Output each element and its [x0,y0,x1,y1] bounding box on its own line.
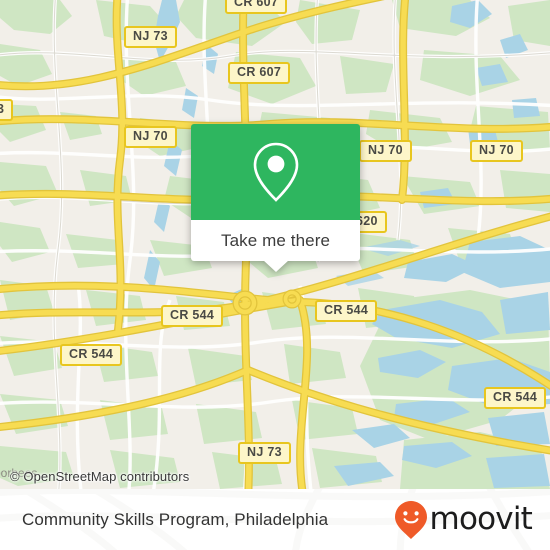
callout-pointer [262,260,289,272]
road-shield-nj70-center: NJ 70 [359,140,412,162]
moovit-smiley-pin-icon [394,500,427,539]
take-me-there-label: Take me there [220,230,331,250]
location-callout-card[interactable]: Take me there [191,124,360,272]
moovit-wordmark: moovit [429,501,533,537]
road-shield-nj70-right: NJ 70 [470,140,523,162]
footer-bar: Community Skills Program, Philadelphia m… [0,489,550,550]
place-title: Community Skills Program, Philadelphia [22,509,329,529]
road-shield-cr607: CR 607 [228,62,291,84]
road-shield-cr544-left: CR 544 [161,305,224,327]
road-shield-left-edge: 3 [0,99,14,121]
road-shield-nj73-bottom: NJ 73 [238,442,291,464]
callout-action-area[interactable]: Take me there [191,220,360,272]
road-shield-cr544-center: CR 544 [315,300,378,322]
moovit-logo[interactable]: moovit [394,500,533,540]
callout-icon-area [191,124,360,220]
road-shield-nj73-top: NJ 73 [124,26,177,48]
road-shield-cr544-southwest: CR 544 [60,344,123,366]
map-pin-icon [253,142,298,202]
road-shield-cr544-southeast: CR 544 [484,387,547,409]
road-shield-cr607-top: CR 607 [225,0,288,14]
moovit-map-screenshot: oorhees CR 607 NJ 73 CR 607 3 NJ 70 NJ 7… [0,0,550,550]
road-shield-nj70-left: NJ 70 [124,126,177,148]
osm-attribution: © OpenStreetMap contributors [10,469,190,484]
